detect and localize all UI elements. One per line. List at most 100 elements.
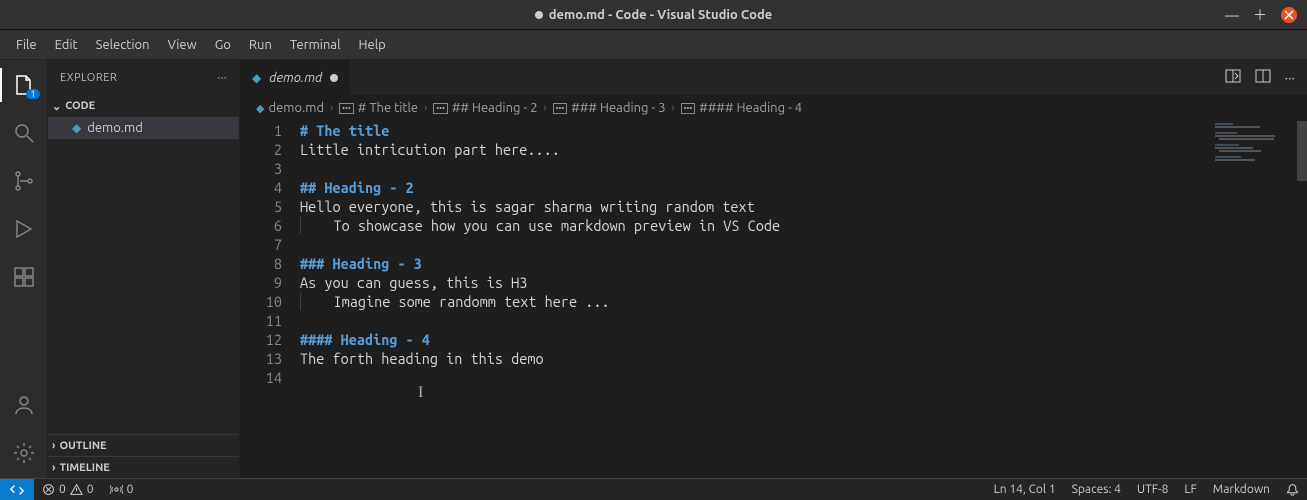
code-line[interactable]: The forth heading in this demo xyxy=(300,350,544,367)
explorer-icon[interactable]: 1 xyxy=(0,68,48,102)
indentation-status[interactable]: Spaces: 4 xyxy=(1064,483,1129,496)
timeline-section[interactable]: › TIMELINE xyxy=(48,456,239,478)
chevron-right-icon: › xyxy=(52,462,55,474)
breadcrumb-h4[interactable]: ••• #### Heading - 4 xyxy=(681,101,802,115)
code-line[interactable]: Imagine some randomm text here ... xyxy=(333,293,609,310)
modified-dot-icon xyxy=(535,11,543,19)
breadcrumb-label: #### Heading - 4 xyxy=(699,101,802,115)
chevron-right-icon: › xyxy=(52,440,55,452)
problems-indicator[interactable]: 0 0 xyxy=(34,483,102,496)
breadcrumbs: ◆ demo.md › ••• # The title › ••• ## Hea… xyxy=(240,95,1307,121)
code-line[interactable]: ## Heading - 2 xyxy=(300,179,414,196)
extensions-icon[interactable] xyxy=(0,260,48,294)
outline-section[interactable]: › OUTLINE xyxy=(48,434,239,456)
code-line[interactable]: ### Heading - 3 xyxy=(300,255,422,272)
folder-root[interactable]: ⌄ CODE xyxy=(48,95,239,117)
menu-help[interactable]: Help xyxy=(350,34,393,56)
breadcrumb-label: # The title xyxy=(358,101,418,115)
encoding-status[interactable]: UTF-8 xyxy=(1129,483,1176,496)
breadcrumb-label: ### Heading - 3 xyxy=(571,101,665,115)
code-line[interactable]: #### Heading - 4 xyxy=(300,331,430,348)
cursor-position[interactable]: Ln 14, Col 1 xyxy=(986,483,1064,496)
line-numbers: 1 2 3 4 5 6 7 8 9 10 11 12 13 14 xyxy=(240,121,300,478)
statusbar: 0 0 0 Ln 14, Col 1 Spaces: 4 UTF-8 LF Ma… xyxy=(0,478,1307,500)
window-controls: — ＋ xyxy=(1225,5,1297,25)
chevron-right-icon: › xyxy=(544,102,547,114)
explorer-label: EXPLORER xyxy=(60,72,117,84)
timeline-label: TIMELINE xyxy=(59,462,109,474)
ports-indicator[interactable]: 0 xyxy=(102,483,142,496)
close-button[interactable] xyxy=(1281,7,1297,23)
tabs-bar: ◆ demo.md ··· xyxy=(240,60,1307,95)
code-line[interactable]: To showcase how you can use markdown pre… xyxy=(333,217,780,234)
indent xyxy=(300,217,333,234)
breadcrumb-h3[interactable]: ••• ### Heading - 3 xyxy=(553,101,666,115)
text-cursor-icon: I xyxy=(418,383,423,402)
chevron-right-icon: › xyxy=(330,102,333,114)
explorer-badge: 1 xyxy=(26,89,39,99)
open-preview-icon[interactable] xyxy=(1225,68,1241,87)
code-editor[interactable]: 1 2 3 4 5 6 7 8 9 10 11 12 13 14 # The t… xyxy=(240,121,1307,478)
modified-dot-icon xyxy=(330,74,338,82)
ports-count: 0 xyxy=(127,483,134,496)
activitybar: 1 xyxy=(0,60,48,478)
sidebar: EXPLORER ··· ⌄ CODE ◆ demo.md › OUTLINE … xyxy=(48,60,240,478)
remote-indicator[interactable] xyxy=(0,479,34,500)
breadcrumb-label: demo.md xyxy=(268,101,324,115)
file-item-demo-md[interactable]: ◆ demo.md xyxy=(48,117,239,139)
workbench: 1 EXPLORER ·· xyxy=(0,60,1307,478)
source-control-icon[interactable] xyxy=(0,164,48,198)
window-title: demo.md - Code - Visual Studio Code xyxy=(549,8,772,22)
chevron-right-icon: › xyxy=(672,102,675,114)
menubar: File Edit Selection View Go Run Terminal… xyxy=(0,30,1307,60)
minimize-button[interactable]: — xyxy=(1225,7,1239,23)
search-icon[interactable] xyxy=(0,116,48,150)
chevron-down-icon: ⌄ xyxy=(52,100,61,113)
window-title-container: demo.md - Code - Visual Studio Code xyxy=(535,8,772,22)
warnings-count: 0 xyxy=(87,483,94,496)
more-actions-icon[interactable]: ··· xyxy=(1285,70,1295,86)
chevron-right-icon: › xyxy=(424,102,427,114)
sidebar-more-icon[interactable]: ··· xyxy=(217,72,227,84)
code-line[interactable]: Little intricution part here.... xyxy=(300,141,560,158)
outline-label: OUTLINE xyxy=(59,440,106,452)
menu-run[interactable]: Run xyxy=(241,34,280,56)
code-line[interactable]: As you can guess, this is H3 xyxy=(300,274,527,291)
heading-icon: ••• xyxy=(339,103,354,114)
errors-count: 0 xyxy=(59,483,66,496)
code-line[interactable]: Hello everyone, this is sagar sharma wri… xyxy=(300,198,755,215)
markdown-file-icon: ◆ xyxy=(252,71,261,85)
menu-file[interactable]: File xyxy=(8,34,45,56)
breadcrumb-file[interactable]: ◆ demo.md xyxy=(256,101,324,115)
accounts-icon[interactable] xyxy=(0,388,48,422)
tab-label: demo.md xyxy=(269,71,322,85)
heading-icon: ••• xyxy=(681,103,696,114)
breadcrumb-label: ## Heading - 2 xyxy=(452,101,538,115)
heading-icon: ••• xyxy=(553,103,568,114)
breadcrumb-h1[interactable]: ••• # The title xyxy=(339,101,418,115)
sidebar-title: EXPLORER ··· xyxy=(48,60,239,95)
breadcrumb-h2[interactable]: ••• ## Heading - 2 xyxy=(433,101,537,115)
markdown-file-icon: ◆ xyxy=(72,121,81,135)
settings-gear-icon[interactable] xyxy=(0,436,48,470)
tab-demo-md[interactable]: ◆ demo.md xyxy=(240,60,351,95)
menu-edit[interactable]: Edit xyxy=(47,34,86,56)
menu-terminal[interactable]: Terminal xyxy=(282,34,349,56)
eol-status[interactable]: LF xyxy=(1176,483,1204,496)
scrollbar-thumb[interactable] xyxy=(1297,121,1307,181)
menu-selection[interactable]: Selection xyxy=(88,34,158,56)
folder-root-label: CODE xyxy=(65,100,95,112)
markdown-file-icon: ◆ xyxy=(256,102,264,115)
menu-view[interactable]: View xyxy=(160,34,205,56)
code-line[interactable]: # The title xyxy=(300,122,389,139)
minimap[interactable] xyxy=(1215,123,1295,162)
menu-go[interactable]: Go xyxy=(207,34,239,56)
run-debug-icon[interactable] xyxy=(0,212,48,246)
editor-area: ◆ demo.md ··· ◆ demo.md › xyxy=(240,60,1307,478)
language-mode[interactable]: Markdown xyxy=(1205,483,1278,496)
maximize-button[interactable]: ＋ xyxy=(1253,5,1267,25)
split-editor-icon[interactable] xyxy=(1255,68,1271,87)
code-lines[interactable]: # The title Little intricution part here… xyxy=(300,121,1307,478)
notifications-icon[interactable] xyxy=(1278,483,1307,496)
titlebar: demo.md - Code - Visual Studio Code — ＋ xyxy=(0,0,1307,30)
